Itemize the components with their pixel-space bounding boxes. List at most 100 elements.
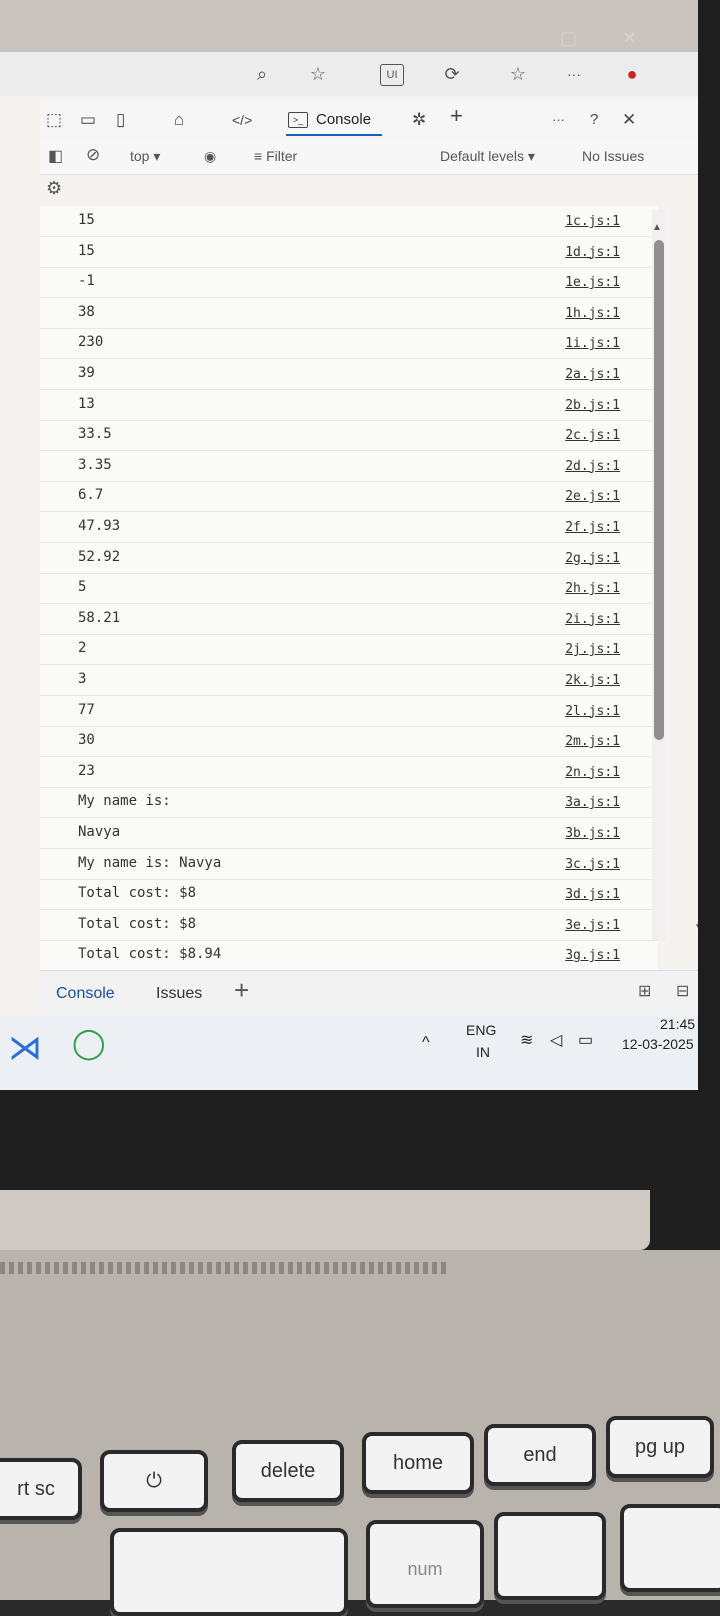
vscode-icon[interactable]: ⋊ bbox=[8, 1028, 42, 1068]
key-asterisk[interactable] bbox=[620, 1504, 720, 1592]
console-source-link[interactable]: 2j.js:1 bbox=[565, 642, 620, 657]
console-source-link[interactable]: 2d.js:1 bbox=[565, 459, 620, 474]
console-source-link[interactable]: 3b.js:1 bbox=[565, 826, 620, 841]
inspect-icon[interactable]: ⬚ bbox=[46, 108, 62, 132]
console-value: Total cost: $8 bbox=[78, 915, 197, 932]
home-icon[interactable]: ⌂ bbox=[174, 108, 184, 132]
chevron-up-icon[interactable]: ^ bbox=[422, 1034, 430, 1052]
profile-icon[interactable]: ● bbox=[620, 62, 644, 86]
window-close-icon[interactable]: ✕ bbox=[622, 28, 637, 49]
console-source-link[interactable]: 3c.js:1 bbox=[565, 857, 620, 872]
bug-icon[interactable]: ✲ bbox=[412, 108, 426, 132]
console-filter-bar: ◧ ⊘ top ▾ ◉ ≡ Filter Default levels ▾ No… bbox=[40, 140, 698, 175]
extension-icon[interactable]: UI bbox=[380, 64, 404, 86]
clock-time[interactable]: 21:45 bbox=[660, 1016, 695, 1032]
plus-icon[interactable]: + bbox=[450, 104, 463, 128]
key-slash[interactable] bbox=[494, 1512, 606, 1600]
star-icon[interactable]: ☆ bbox=[306, 62, 330, 86]
volume-icon[interactable]: ◁ bbox=[550, 1030, 562, 1050]
device-icon[interactable]: ▭ bbox=[80, 108, 96, 132]
laptop-hinge bbox=[0, 1190, 650, 1250]
drawer-dock-icon[interactable]: ⊞ bbox=[638, 981, 651, 1001]
key-num[interactable]: num bbox=[366, 1520, 484, 1608]
more-icon[interactable]: ··· bbox=[562, 62, 586, 86]
console-value: -1 bbox=[78, 273, 95, 290]
key-home[interactable]: home bbox=[362, 1432, 474, 1494]
console-source-link[interactable]: 2h.js:1 bbox=[565, 581, 620, 596]
console-source-link[interactable]: 1c.js:1 bbox=[565, 214, 620, 229]
console-source-link[interactable]: 2c.js:1 bbox=[565, 428, 620, 443]
help-icon[interactable]: ? bbox=[590, 108, 598, 132]
console-source-link[interactable]: 3g.js:1 bbox=[565, 948, 620, 963]
clear-icon[interactable]: ⊘ bbox=[86, 145, 100, 165]
console-source-link[interactable]: 3a.js:1 bbox=[565, 795, 620, 810]
key-delete[interactable]: delete bbox=[232, 1440, 344, 1502]
restore-icon[interactable]: ▢ bbox=[560, 28, 577, 49]
console-source-link[interactable]: 1e.js:1 bbox=[565, 275, 620, 290]
context-select[interactable]: top ▾ bbox=[130, 148, 160, 165]
console-value: 3 bbox=[78, 671, 87, 687]
console-value: 15 bbox=[78, 212, 95, 228]
favorites-icon[interactable]: ☆ bbox=[506, 62, 530, 86]
console-source-link[interactable]: 1d.js:1 bbox=[565, 245, 620, 260]
scrollbar-thumb[interactable] bbox=[654, 240, 664, 740]
drawer-add-tab[interactable]: + bbox=[234, 975, 249, 1006]
key-pgup[interactable]: pg up bbox=[606, 1416, 714, 1478]
drawer-tab-console[interactable]: Console bbox=[56, 985, 115, 1003]
console-source-link[interactable]: 1h.js:1 bbox=[565, 306, 620, 321]
console-row: Total cost: $8 3e.js:1 bbox=[40, 910, 658, 941]
tab-console[interactable]: >_ Console bbox=[286, 106, 382, 136]
console-source-link[interactable]: 2n.js:1 bbox=[565, 765, 620, 780]
console-source-link[interactable]: 3d.js:1 bbox=[565, 887, 620, 902]
drawer-tab-issues[interactable]: Issues bbox=[156, 985, 202, 1003]
console-value: 23 bbox=[78, 762, 95, 779]
console-source-link[interactable]: 3e.js:1 bbox=[565, 918, 620, 933]
filter-input[interactable]: ≡ Filter bbox=[254, 148, 297, 164]
key-prtsc[interactable]: rt sc bbox=[0, 1458, 82, 1520]
console-log: 15 1c.js:1 15 1d.js:1 -1 1e.js:1 38 1h.js:1 230 1… bbox=[40, 206, 658, 970]
scrollbar[interactable] bbox=[652, 210, 666, 940]
console-source-link[interactable]: 2i.js:1 bbox=[565, 612, 620, 627]
key-bottom-left[interactable] bbox=[110, 1528, 348, 1616]
sidebar-icon[interactable]: ▯ bbox=[116, 108, 125, 132]
clock-date[interactable]: 12-03-2025 bbox=[622, 1036, 694, 1052]
console-source-link[interactable]: 1i.js:1 bbox=[565, 336, 620, 351]
console-source-link[interactable]: 2m.js:1 bbox=[565, 734, 620, 749]
tab-console-label: Console bbox=[316, 111, 372, 128]
console-row: 33.5 2c.js:1 bbox=[40, 420, 658, 452]
refresh-icon[interactable]: ⟳ bbox=[440, 62, 464, 86]
levels-select[interactable]: Default levels ▾ bbox=[440, 148, 535, 165]
close-icon[interactable]: ✕ bbox=[622, 108, 636, 132]
zoom-icon[interactable]: ⌕ bbox=[250, 62, 274, 86]
key-end[interactable]: end bbox=[484, 1424, 596, 1486]
speaker-grille bbox=[0, 1262, 450, 1274]
console-value: 38 bbox=[78, 303, 95, 320]
dock-icon[interactable]: ◧ bbox=[48, 146, 63, 166]
drawer-expand-icon[interactable]: ⊟ bbox=[676, 981, 689, 1001]
whatsapp-icon[interactable]: ◯ bbox=[72, 1026, 106, 1061]
console-source-link[interactable]: 2l.js:1 bbox=[565, 704, 620, 719]
eye-icon[interactable]: ◉ bbox=[204, 148, 216, 165]
console-source-link[interactable]: 2k.js:1 bbox=[565, 673, 620, 688]
wifi-icon[interactable]: ≋ bbox=[520, 1030, 533, 1050]
more-tools-icon[interactable]: ··· bbox=[552, 108, 565, 132]
language-label[interactable]: ENG bbox=[466, 1022, 496, 1038]
battery-icon[interactable]: ▭ bbox=[578, 1030, 593, 1050]
issues-count[interactable]: No Issues bbox=[582, 148, 644, 164]
console-source-link[interactable]: 2f.js:1 bbox=[565, 520, 620, 535]
key-power[interactable]: ⏻ bbox=[100, 1450, 208, 1512]
console-row: 39 2a.js:1 bbox=[40, 359, 658, 390]
console-value: 3.35 bbox=[78, 456, 112, 473]
context-label: top bbox=[130, 148, 150, 164]
console-value: 33.5 bbox=[78, 426, 112, 443]
console-row: 6.7 2e.js:1 bbox=[40, 481, 658, 513]
console-row: 3 2k.js:1 bbox=[40, 665, 658, 696]
console-source-link[interactable]: 2g.js:1 bbox=[565, 551, 620, 566]
console-row: Total cost: $8.94 3g.js:1 bbox=[40, 940, 658, 970]
console-source-link[interactable]: 2e.js:1 bbox=[565, 489, 620, 504]
scroll-up-icon[interactable]: ▲ bbox=[652, 222, 662, 233]
console-source-link[interactable]: 2b.js:1 bbox=[565, 398, 620, 413]
console-source-link[interactable]: 2a.js:1 bbox=[565, 367, 620, 382]
gear-icon[interactable]: ⚙ bbox=[40, 174, 70, 204]
elements-icon[interactable]: </> bbox=[232, 108, 252, 132]
